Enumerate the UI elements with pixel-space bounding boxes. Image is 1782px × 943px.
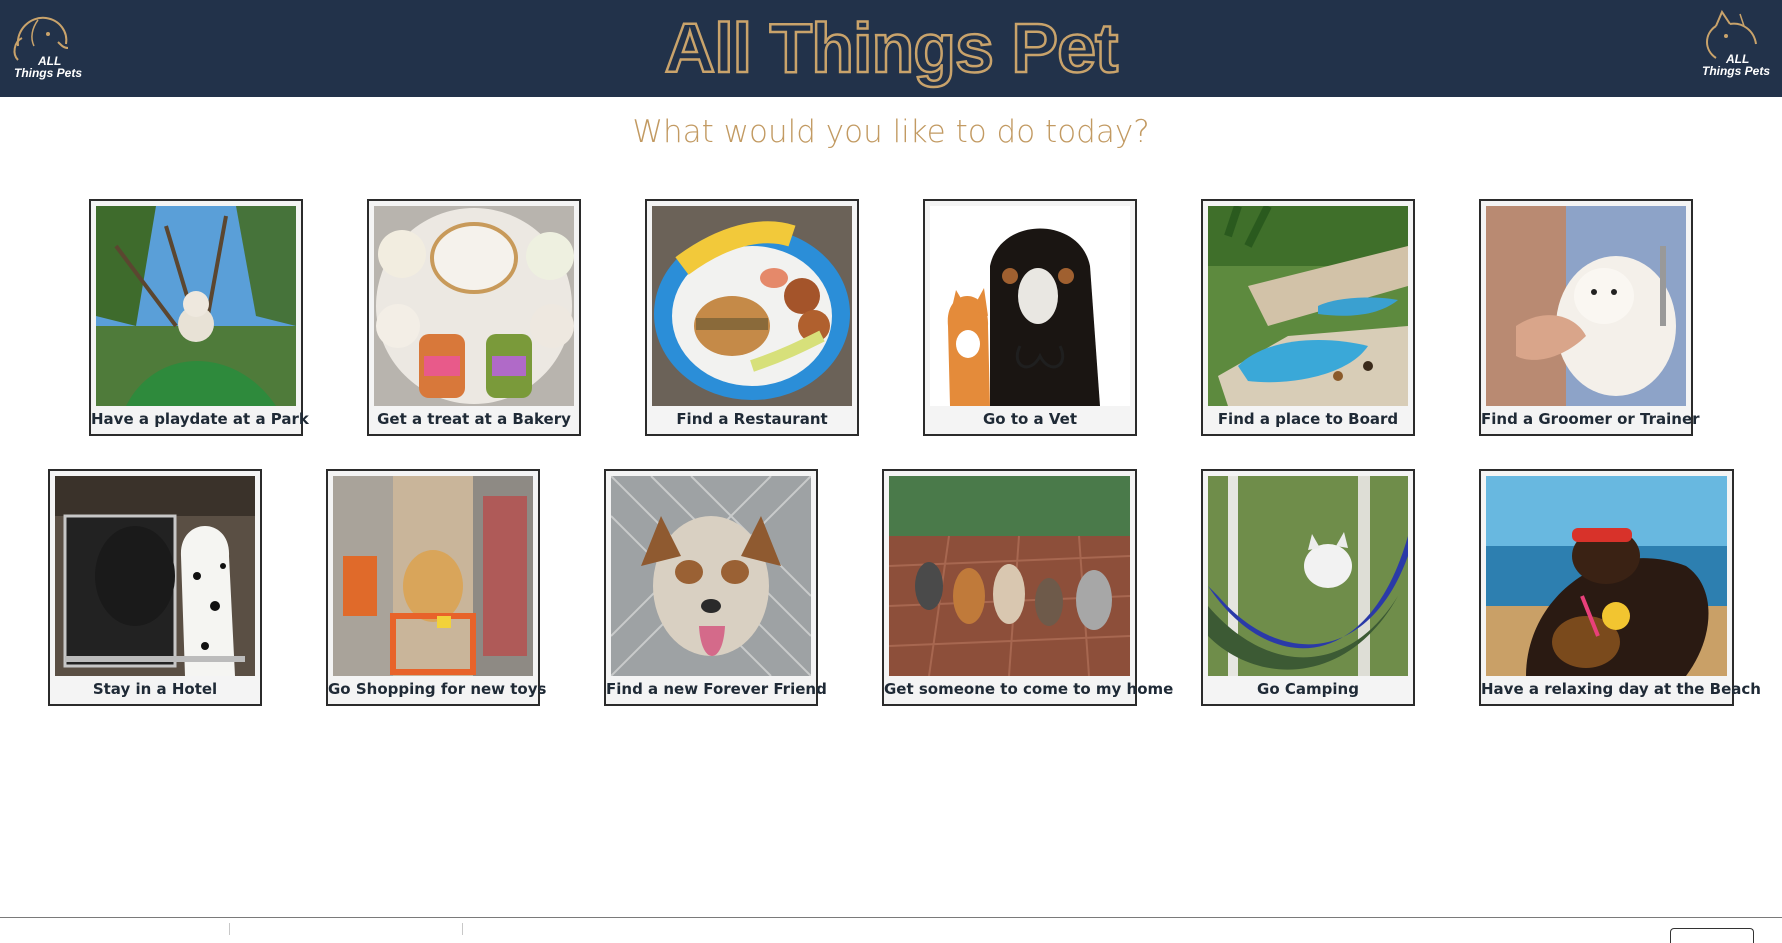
- activity-card-hotel[interactable]: Stay in a Hotel: [48, 469, 262, 706]
- activity-label: Get a treat at a Bakery: [377, 410, 571, 428]
- activity-label: Go Camping: [1257, 680, 1359, 698]
- activity-card-camping[interactable]: Go Camping: [1201, 469, 1415, 706]
- logo-pets-text: Things Pets: [1701, 64, 1770, 78]
- hotel-photo: [55, 476, 255, 676]
- activity-card-beach[interactable]: Have a relaxing day at the Beach: [1479, 469, 1761, 706]
- camping-photo: [1208, 476, 1408, 676]
- activity-card-groomer[interactable]: Find a Groomer or Trainer: [1479, 199, 1700, 436]
- restaurant-photo: [652, 206, 852, 406]
- activity-card-home-visit[interactable]: Get someone to come to my home: [882, 469, 1174, 706]
- activity-label: Stay in a Hotel: [92, 680, 218, 698]
- footer-button[interactable]: [1670, 928, 1754, 943]
- site-header: ALL Things Pets All Things Pet ALL Thing…: [0, 0, 1782, 97]
- activity-card-board[interactable]: Find a place to Board: [1201, 199, 1415, 436]
- site-title: All Things Pet: [663, 8, 1119, 89]
- activity-label: Find a new Forever Friend: [606, 680, 827, 698]
- activity-label: Find a Groomer or Trainer: [1481, 410, 1700, 428]
- vet-photo: [930, 206, 1130, 406]
- activity-label: Have a relaxing day at the Beach: [1481, 680, 1761, 698]
- activity-label: Have a playdate at a Park: [91, 410, 309, 428]
- activity-label: Go Shopping for new toys: [328, 680, 547, 698]
- footer-separator: [462, 923, 463, 935]
- page-prompt: What would you like to do today?: [632, 114, 1150, 150]
- activity-card-vet[interactable]: Go to a Vet: [923, 199, 1137, 436]
- footer-divider: [0, 917, 1782, 918]
- activity-label: Find a Restaurant: [676, 410, 828, 428]
- activity-card-park[interactable]: Have a playdate at a Park: [89, 199, 309, 436]
- beach-photo: [1486, 476, 1727, 676]
- activity-card-bakery[interactable]: Get a treat at a Bakery: [367, 199, 581, 436]
- activity-label: Go to a Vet: [982, 410, 1077, 428]
- home-visit-photo: [889, 476, 1130, 676]
- activity-label: Get someone to come to my home: [884, 680, 1174, 698]
- adoption-photo: [611, 476, 811, 676]
- park-photo: [96, 206, 296, 406]
- activity-card-adoption[interactable]: Find a new Forever Friend: [604, 469, 827, 706]
- bakery-photo: [374, 206, 574, 406]
- activity-card-restaurant[interactable]: Find a Restaurant: [645, 199, 859, 436]
- activity-card-shopping[interactable]: Go Shopping for new toys: [326, 469, 547, 706]
- cat-logo[interactable]: ALL Things Pets: [1696, 6, 1776, 90]
- footer-separator: [229, 923, 230, 935]
- shopping-photo: [333, 476, 533, 676]
- board-photo: [1208, 206, 1408, 406]
- activity-label: Find a place to Board: [1217, 410, 1399, 428]
- groomer-photo: [1486, 206, 1686, 406]
